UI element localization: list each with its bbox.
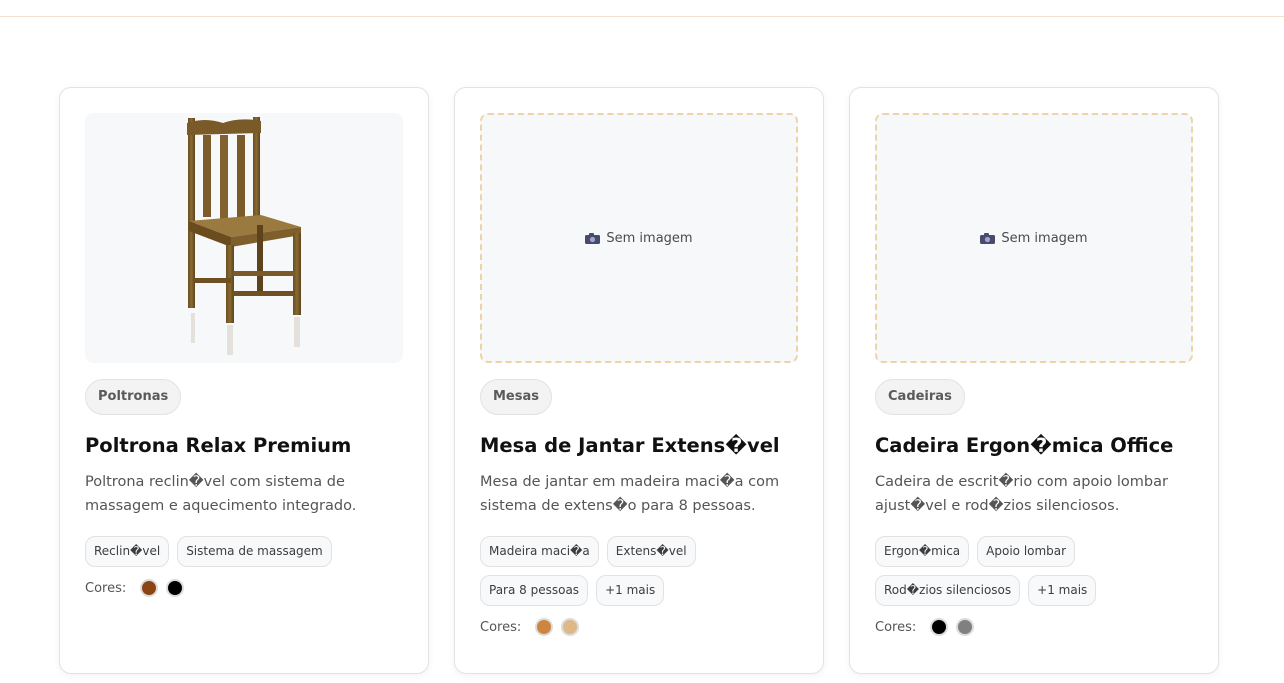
color-swatch[interactable] xyxy=(930,618,949,636)
color-swatch[interactable] xyxy=(166,579,185,597)
color-options: Cores: xyxy=(85,579,403,597)
image-placeholder: Sem imagem xyxy=(875,113,1193,363)
color-options: Cores: xyxy=(480,618,798,636)
product-description: Poltrona reclin�vel com sistema de massa… xyxy=(85,474,357,514)
feature-tag: Sistema de massagem xyxy=(177,536,332,567)
feature-tag: Ergon�mica xyxy=(875,536,970,567)
feature-tag: Apoio lombar xyxy=(977,536,1076,567)
header-divider xyxy=(0,16,1284,17)
color-swatch[interactable] xyxy=(956,618,975,636)
feature-tags: Madeira maci�a Extens�vel Para 8 pessoas… xyxy=(480,536,798,606)
color-swatch[interactable] xyxy=(561,618,580,636)
chair-photo xyxy=(187,117,301,355)
feature-tag: Rod�zios silenciosos xyxy=(875,575,1021,606)
feature-tag: Reclin�vel xyxy=(85,536,170,567)
product-grid: Poltronas Poltrona Relax Premium Poltron… xyxy=(59,87,1219,674)
color-swatch[interactable] xyxy=(535,618,554,636)
color-options: Cores: xyxy=(875,618,1193,636)
product-card[interactable]: Sem imagem Cadeiras Cadeira Ergon�mica O… xyxy=(849,87,1219,674)
category-badge: Poltronas xyxy=(85,379,182,415)
camera-icon xyxy=(585,232,601,244)
product-image[interactable] xyxy=(85,113,403,363)
colors-label: Cores: xyxy=(85,580,127,596)
image-placeholder: Sem imagem xyxy=(480,113,798,363)
feature-tag: Extens�vel xyxy=(606,536,696,567)
feature-tags: Reclin�vel Sistema de massagem xyxy=(85,536,403,567)
color-swatch[interactable] xyxy=(140,579,159,597)
product-card[interactable]: Sem imagem Mesas Mesa de Jantar Extens�v… xyxy=(454,87,824,674)
colors-label: Cores: xyxy=(480,619,522,635)
more-tags-badge[interactable]: +1 mais xyxy=(1028,575,1097,606)
camera-icon xyxy=(980,232,996,244)
feature-tag: Madeira maci�a xyxy=(480,536,599,567)
category-badge: Cadeiras xyxy=(875,379,965,415)
placeholder-text: Sem imagem xyxy=(606,230,693,246)
product-title[interactable]: Poltrona Relax Premium xyxy=(85,434,403,457)
more-tags-badge[interactable]: +1 mais xyxy=(596,575,665,606)
placeholder-text: Sem imagem xyxy=(1001,230,1088,246)
product-title[interactable]: Cadeira Ergon�mica Office xyxy=(875,434,1193,457)
product-title[interactable]: Mesa de Jantar Extens�vel xyxy=(480,434,798,457)
product-description: Mesa de jantar em madeira maci�a com sis… xyxy=(480,474,780,514)
product-description: Cadeira de escrit�rio com apoio lombar a… xyxy=(875,474,1168,514)
feature-tags: Ergon�mica Apoio lombar Rod�zios silenci… xyxy=(875,536,1193,606)
category-badge: Mesas xyxy=(480,379,553,415)
colors-label: Cores: xyxy=(875,619,917,635)
product-card[interactable]: Poltronas Poltrona Relax Premium Poltron… xyxy=(59,87,429,674)
feature-tag: Para 8 pessoas xyxy=(480,575,589,606)
